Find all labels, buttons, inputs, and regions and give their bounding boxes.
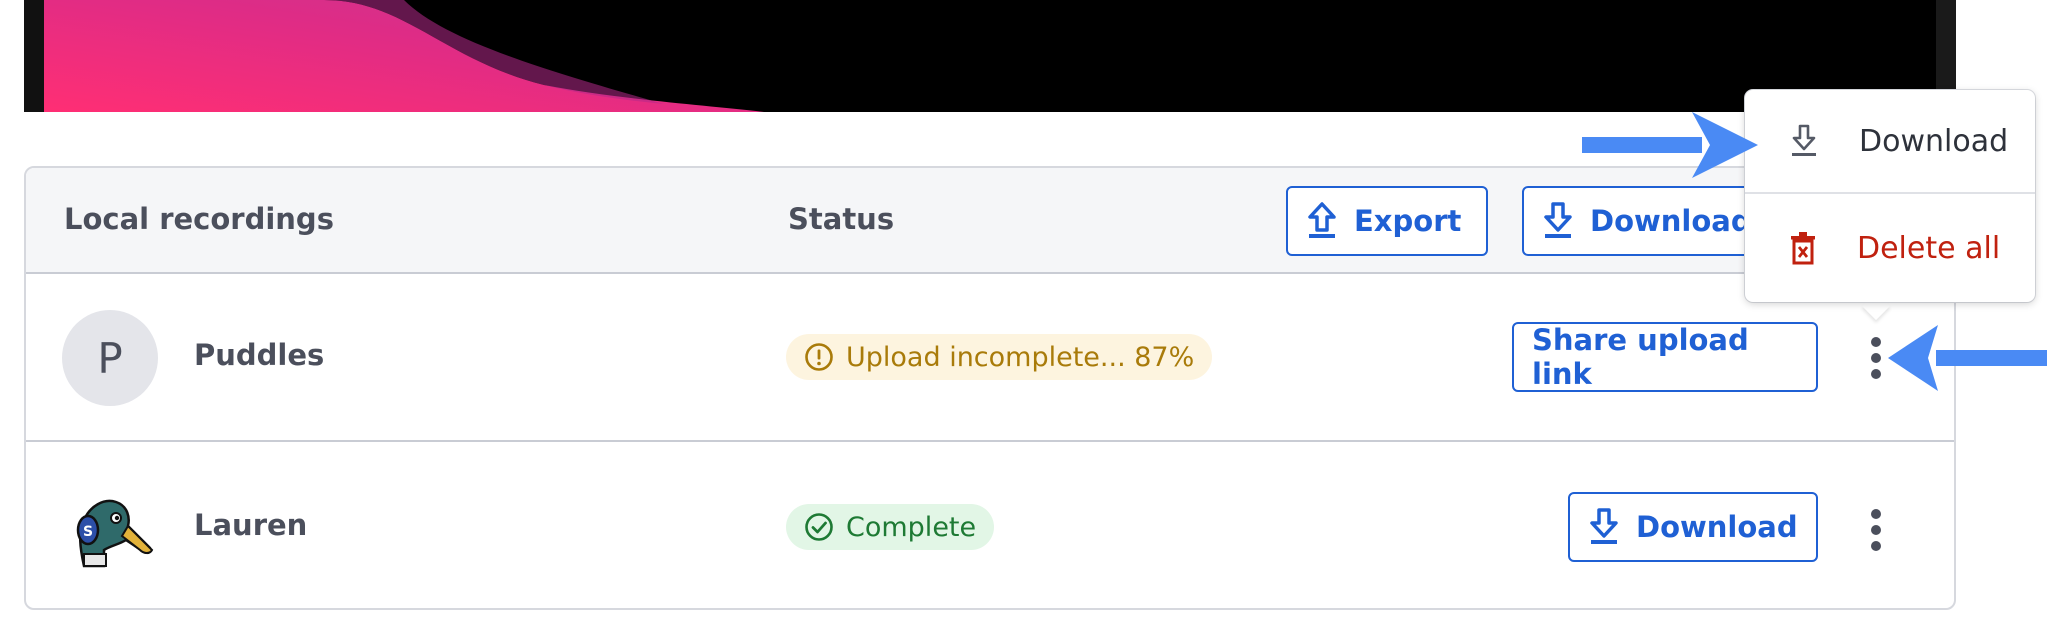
check-circle-icon	[805, 513, 833, 541]
menu-item-delete-all[interactable]: Delete all	[1745, 196, 2035, 300]
download-recording-label: Download	[1636, 510, 1798, 544]
header-status: Status	[788, 202, 895, 236]
local-recordings-table: Local recordings Status Export Download …	[24, 166, 1956, 610]
status-badge: Complete	[786, 504, 995, 550]
more-options-menu: Download Delete all	[1745, 90, 2035, 302]
alert-circle-icon	[805, 343, 833, 371]
status-text: Complete	[846, 511, 977, 543]
participant-name: Lauren	[194, 508, 308, 542]
download-all-button-label: Download	[1590, 204, 1752, 238]
header-local-recordings: Local recordings	[64, 202, 334, 236]
participant-name: Puddles	[194, 338, 325, 372]
table-row: P Puddles Upload incomplete... 87% Share…	[26, 274, 1954, 442]
status-text: Upload incomplete... 87%	[846, 341, 1195, 373]
download-icon	[1544, 202, 1572, 238]
more-options-icon[interactable]	[1868, 506, 1884, 556]
screenshot-stage: Local recordings Status Export Download …	[0, 0, 2047, 638]
trash-icon	[1791, 232, 1815, 265]
table-row: S Lauren Complete Download	[26, 444, 1954, 608]
svg-text:S: S	[83, 524, 93, 540]
table-header: Local recordings Status Export Download	[26, 168, 1954, 274]
menu-item-download[interactable]: Download	[1745, 90, 2035, 194]
download-icon	[1590, 508, 1618, 544]
download-recording-button[interactable]: Download	[1568, 492, 1818, 562]
export-button[interactable]: Export	[1286, 186, 1488, 256]
download-icon	[1792, 124, 1816, 156]
export-button-label: Export	[1354, 204, 1462, 238]
share-upload-link-label: Share upload link	[1532, 323, 1749, 391]
avatar: P	[62, 310, 158, 406]
video-frame-art	[24, 0, 1956, 112]
menu-item-download-label: Download	[1859, 123, 2009, 159]
status-badge: Upload incomplete... 87%	[786, 334, 1213, 380]
duck-avatar: S	[76, 499, 154, 568]
annotation-arrow-left-icon	[1888, 325, 2047, 391]
annotation-arrow-right-icon	[1582, 112, 1758, 178]
video-preview	[24, 0, 1956, 112]
more-options-icon[interactable]	[1868, 334, 1884, 384]
share-upload-link-button[interactable]: Share upload link	[1512, 322, 1818, 392]
menu-item-delete-all-label: Delete all	[1857, 230, 2001, 266]
upload-icon	[1308, 202, 1336, 238]
